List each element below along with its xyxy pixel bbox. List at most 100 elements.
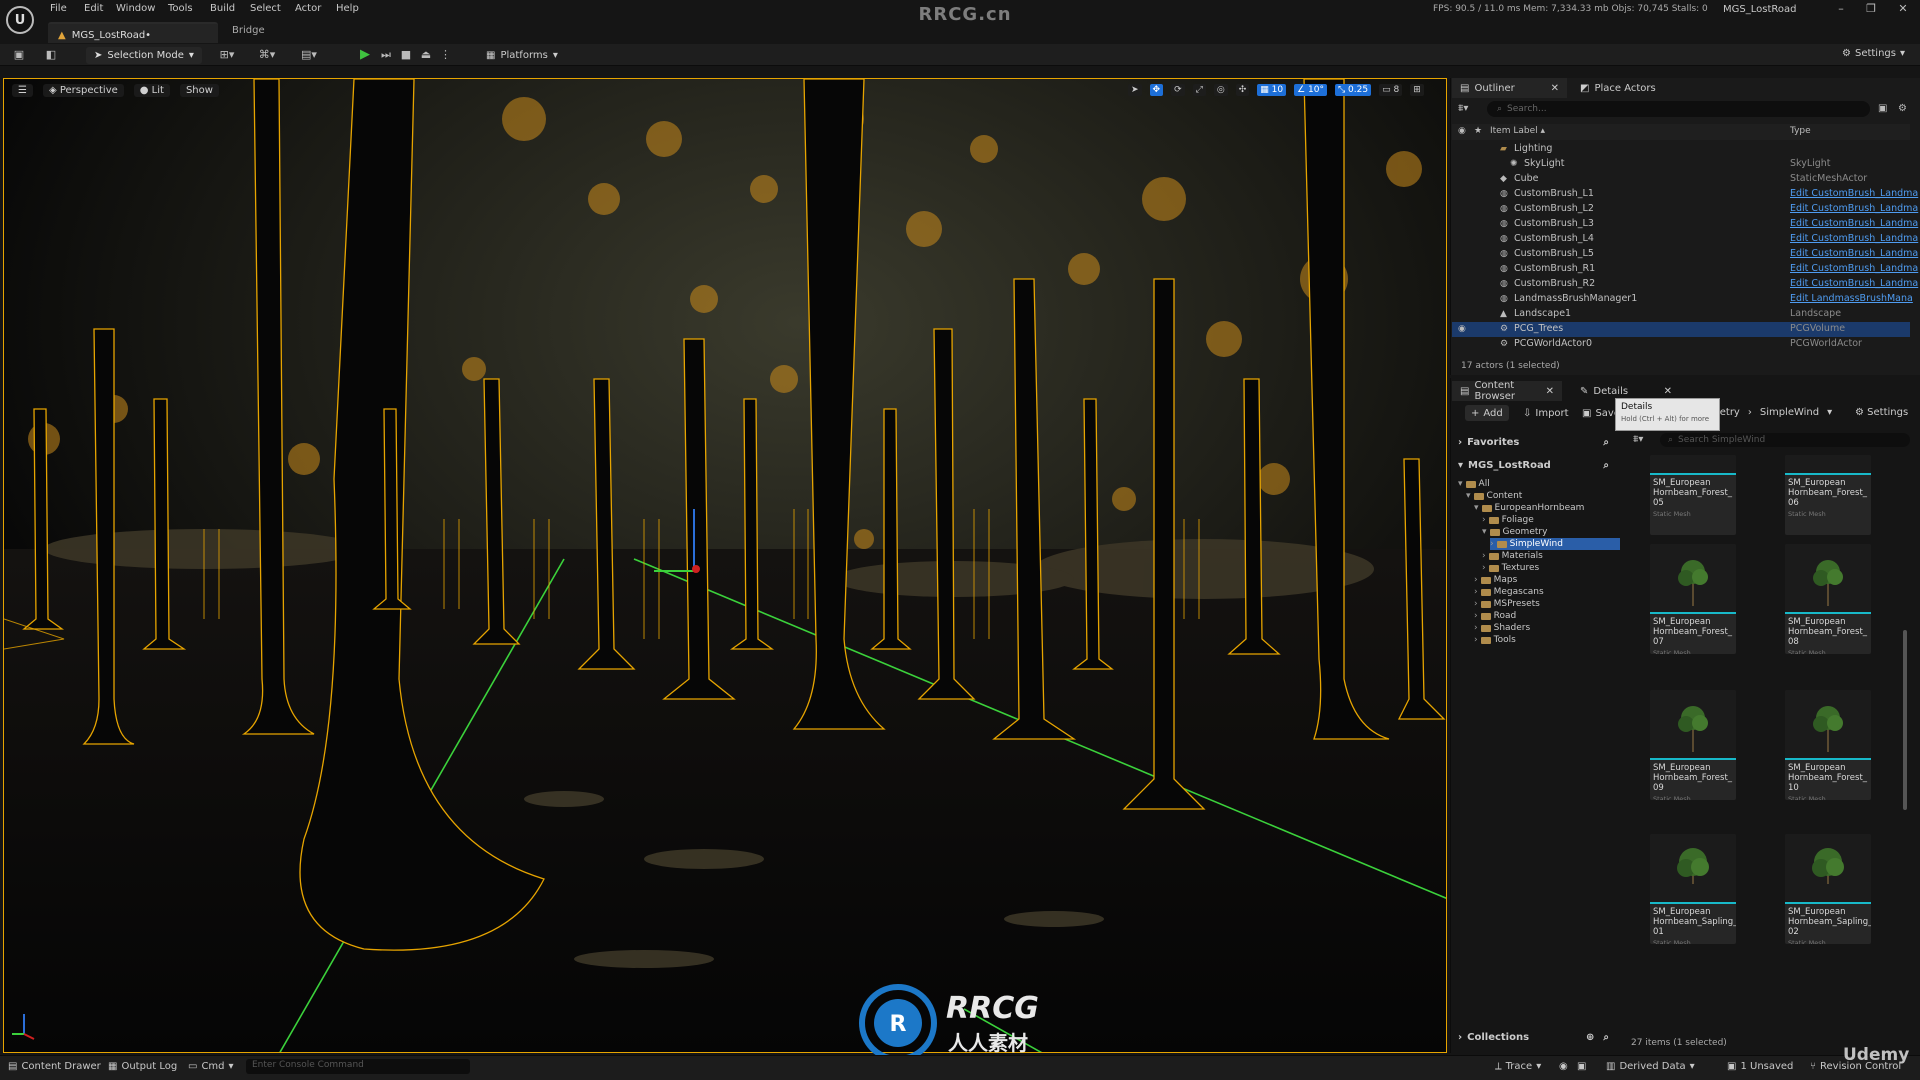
move-tool-icon[interactable]: ✥ (1149, 84, 1164, 96)
search-icon[interactable]: ⌕ (1603, 460, 1617, 471)
outliner-row[interactable]: ▲ Landscape1 Landscape (1452, 307, 1910, 322)
scale-snap-button[interactable]: ⤡ 0.25 (1334, 84, 1372, 96)
filter-icon[interactable]: ⩩▾ (1633, 434, 1643, 445)
outliner-row-type[interactable]: Edit CustomBrush_Landma (1790, 188, 1918, 199)
menu-tools[interactable]: Tools (168, 3, 193, 14)
console-command-input[interactable]: Enter Console Command (246, 1059, 470, 1074)
tab-content-browser[interactable]: ▤ Content Browser ✕ (1452, 380, 1562, 402)
chevron-down-icon[interactable]: ▾ (1458, 479, 1463, 489)
close-icon[interactable]: ✕ (1546, 386, 1554, 397)
add-actor-icon[interactable]: ⊞▾ (216, 48, 238, 62)
chevron-down-icon[interactable]: ▾ (1466, 491, 1471, 501)
chevron-right-icon[interactable]: › (1482, 551, 1486, 561)
folder-tree-item[interactable]: › Shaders (1474, 622, 1620, 634)
tab-level-editor[interactable]: ▲ MGS_LostRoad• (48, 22, 218, 43)
more-options-icon[interactable]: ⋮ (440, 48, 451, 62)
menu-help[interactable]: Help (336, 3, 359, 14)
outliner-row-type[interactable]: Edit CustomBrush_Landma (1790, 263, 1918, 274)
platforms-dropdown[interactable]: ▦ Platforms ▾ (480, 47, 564, 64)
settings-button[interactable]: ⚙ Settings ▾ (1842, 48, 1905, 59)
trace-dropdown[interactable]: ⟂ Trace ▾ (1495, 1061, 1541, 1072)
close-icon[interactable]: ✕ (1551, 83, 1559, 94)
chevron-right-icon[interactable]: › (1474, 611, 1478, 621)
rotation-snap-button[interactable]: ∠ 10° (1294, 84, 1327, 96)
tab-outliner[interactable]: ▤ Outliner ✕ (1452, 78, 1567, 98)
col-type[interactable]: Type (1790, 126, 1811, 136)
folder-tree-item[interactable]: ▾ Content (1466, 490, 1620, 502)
favorites-section[interactable]: › Favorites ⌕ (1452, 434, 1617, 450)
grid-snap-button[interactable]: ▦ 10 (1257, 84, 1287, 96)
output-log-button[interactable]: ▦ Output Log (108, 1061, 177, 1072)
chevron-down-icon[interactable]: ▾ (1474, 503, 1479, 513)
add-button[interactable]: + Add (1465, 405, 1509, 421)
save-icon[interactable]: ▣ (11, 48, 27, 62)
outliner-row[interactable]: ▰ Lighting (1452, 142, 1910, 157)
outliner-row-type[interactable]: Edit CustomBrush_Landma (1790, 233, 1918, 244)
asset-tile[interactable]: SM_European Hornbeam_Sapling_ 01 Static M… (1650, 834, 1736, 944)
outliner-row[interactable]: ◉ ⚙ PCG_Trees PCGVolume (1452, 322, 1910, 337)
menu-build[interactable]: Build (210, 3, 235, 14)
collections-section[interactable]: › Collections ⊕ ⌕ (1452, 1029, 1617, 1045)
outliner-row-type[interactable]: Edit CustomBrush_Landma (1790, 278, 1918, 289)
outliner-row[interactable]: ◍ CustomBrush_L2 Edit CustomBrush_Landma (1452, 202, 1918, 217)
chevron-down-icon[interactable]: ▾ (1827, 407, 1832, 418)
outliner-row[interactable]: ◍ CustomBrush_L5 Edit CustomBrush_Landma (1452, 247, 1918, 262)
folder-tree-item[interactable]: ▾ Geometry (1482, 526, 1620, 538)
tab-place-actors[interactable]: ◩ Place Actors (1572, 78, 1664, 98)
outliner-row[interactable]: ◆ Cube StaticMeshActor (1452, 172, 1910, 187)
asset-tile[interactable]: SM_European Hornbeam_Forest_ 06 Static Me… (1785, 455, 1871, 535)
asset-tile[interactable]: SM_European Hornbeam_Sapling_ 02 Static M… (1785, 834, 1871, 944)
chevron-right-icon[interactable]: › (1474, 587, 1478, 597)
snapshot-icon[interactable]: ▣ (1577, 1061, 1586, 1072)
chevron-right-icon[interactable]: › (1474, 635, 1478, 645)
chevron-down-icon[interactable]: ▾ (1482, 527, 1487, 537)
folder-tree-item[interactable]: › Maps (1474, 574, 1620, 586)
asset-scrollbar[interactable] (1903, 630, 1907, 810)
folder-tree-item[interactable]: ▾ All (1458, 478, 1620, 490)
menu-actor[interactable]: Actor (295, 3, 321, 14)
chevron-right-icon[interactable]: › (1482, 515, 1486, 525)
asset-search-input[interactable]: ⌕ Search SimpleWind (1660, 433, 1910, 447)
cmd-dropdown[interactable]: ▭ Cmd ▾ (188, 1061, 234, 1072)
camera-speed-button[interactable]: ▭ 8 (1379, 84, 1403, 96)
gear-icon[interactable]: ⚙ (1898, 103, 1907, 114)
blueprint-icon[interactable]: ⌘▾ (256, 48, 278, 62)
asset-tile[interactable]: SM_European Hornbeam_Forest_ 09 Static Me… (1650, 690, 1736, 800)
asset-tile[interactable]: SM_European Hornbeam_Forest_ 05 Static Me… (1650, 455, 1736, 535)
outliner-row-type[interactable]: Edit LandmassBrushMana (1790, 293, 1913, 304)
minimize-icon[interactable]: – (1831, 2, 1851, 18)
rotate-tool-icon[interactable]: ⟳ (1171, 84, 1185, 96)
asset-tile[interactable]: SM_European Hornbeam_Forest_ 07 Static Me… (1650, 544, 1736, 654)
import-button[interactable]: ⇩ Import (1517, 405, 1575, 421)
folder-tree-item[interactable]: › Materials (1482, 550, 1620, 562)
col-item-label[interactable]: Item Label ▴ (1490, 126, 1545, 136)
visibility-eye-icon[interactable]: ◉ (1458, 324, 1468, 334)
eject-icon[interactable]: ⏏ (418, 48, 434, 62)
chevron-right-icon[interactable]: › (1490, 539, 1494, 549)
asset-tile[interactable]: SM_European Hornbeam_Forest_ 10 Static Me… (1785, 690, 1871, 800)
folder-tree-item[interactable]: › Textures (1482, 562, 1620, 574)
content-drawer-button[interactable]: ▤ Content Drawer (8, 1061, 101, 1072)
add-collection-icon[interactable]: ⊕ (1586, 1032, 1598, 1043)
derived-data-button[interactable]: ▥ Derived Data ▾ (1606, 1061, 1695, 1072)
outliner-row[interactable]: ⚙ PCGWorldActor0 PCGWorldActor (1452, 337, 1910, 352)
search-icon[interactable]: ⌕ (1603, 1032, 1617, 1043)
outliner-row-type[interactable]: Edit CustomBrush_Landma (1790, 203, 1918, 214)
step-icon[interactable]: ⏭ (378, 48, 394, 62)
close-icon[interactable]: ✕ (1664, 386, 1672, 397)
unsaved-button[interactable]: ▣ 1 Unsaved (1727, 1061, 1793, 1072)
selection-mode-dropdown[interactable]: ➤ Selection Mode ▾ (86, 47, 202, 64)
stop-icon[interactable]: ■ (398, 48, 414, 62)
close-icon[interactable]: ✕ (1893, 2, 1913, 18)
world-space-icon[interactable]: ◎ (1213, 84, 1228, 96)
outliner-search-input[interactable]: ⌕ Search... (1487, 101, 1870, 117)
add-folder-icon[interactable]: ▣ (1878, 103, 1887, 114)
project-section[interactable]: ▾ MGS_LostRoad ⌕ (1452, 457, 1617, 473)
viewport-options-icon[interactable]: ☰ (12, 83, 33, 97)
folder-tree-item[interactable]: › Tools (1474, 634, 1620, 646)
folder-tree-item[interactable]: › MSPresets (1474, 598, 1620, 610)
search-icon[interactable]: ⌕ (1603, 437, 1617, 448)
record-icon[interactable]: ◉ (1559, 1061, 1568, 1072)
folder-tree-item[interactable]: › Megascans (1474, 586, 1620, 598)
folder-tree-item[interactable]: › Road (1474, 610, 1620, 622)
